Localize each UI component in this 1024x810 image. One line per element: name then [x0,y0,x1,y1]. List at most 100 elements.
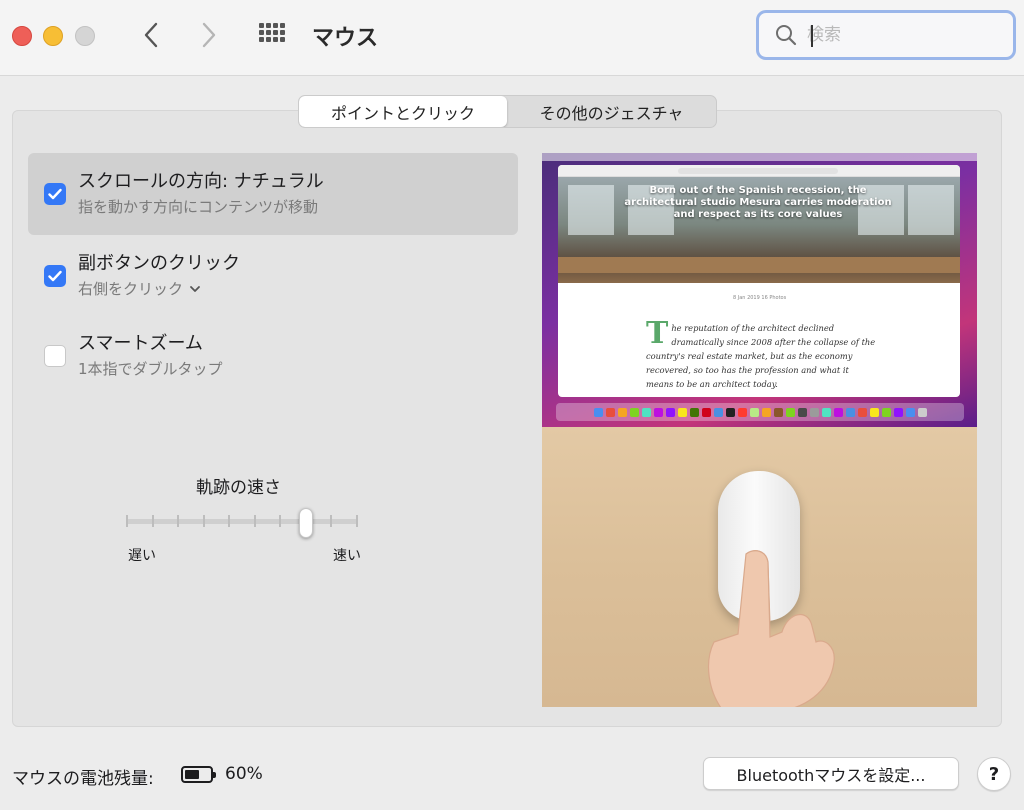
battery-icon [181,766,216,783]
dock-app-icon [701,407,711,417]
chevron-down-icon [190,285,200,292]
text-caret [811,25,813,47]
preview-meta: 8 Jan 2019 16 Photos [733,295,787,301]
dock-app-icon [713,407,723,417]
hand-image [707,550,835,707]
smart-zoom-checkbox[interactable] [44,345,66,367]
search-field[interactable] [756,10,1016,60]
tracking-speed-label: 軌跡の速さ [196,478,281,498]
dock-app-icon [653,407,663,417]
slider-tick [253,515,256,527]
option-subtitle-text: 右側をクリック [78,280,184,298]
toolbar: マウス [0,0,1024,76]
close-window-button[interactable] [12,26,32,46]
dock-app-icon [665,407,675,417]
option-subtitle: 指を動かす方向にコンテンツが移動 [78,196,318,217]
battery-fill [185,770,199,779]
dock-app-icon [869,407,879,417]
chevron-right-icon [202,22,216,48]
dock-app-icon [605,407,615,417]
preview-article-text: he reputation of the architect declined … [646,323,876,389]
dock-app-icon [641,407,651,417]
slider-knob[interactable] [298,508,313,538]
preview-menubar [542,153,977,161]
preview-headline: Born out of the Spanish recession, the a… [624,185,892,220]
slider-tick [356,515,358,527]
window-title: マウス [312,26,379,51]
dock-app-icon [773,407,783,417]
slider-tick [177,515,180,527]
option-secondary-click[interactable]: 副ボタンのクリック 右側をクリック [28,235,518,317]
slider-track [126,519,358,524]
tab-more-gestures[interactable]: その他のジェスチャ [507,96,716,127]
battery-level-label: マウスの電池残量: [12,769,154,789]
dock-app-icon [749,407,759,417]
option-title: 副ボタンのクリック [78,253,240,274]
dock-app-icon [689,407,699,417]
dock-app-icon [917,407,927,417]
battery-level-value: 60% [225,764,263,784]
tab-point-and-click[interactable]: ポイントとクリック [299,96,507,127]
forward-button[interactable] [194,18,224,52]
slider-tick [330,515,333,527]
option-scroll-direction[interactable]: スクロールの方向: ナチュラル 指を動かす方向にコンテンツが移動 [28,153,518,235]
zoom-window-button[interactable] [75,26,95,46]
option-smart-zoom[interactable]: スマートズーム 1本指でダブルタップ [28,315,518,397]
help-button[interactable]: ? [977,757,1011,791]
dock-app-icon [905,407,915,417]
preview-screen: Born out of the Spanish recession, the a… [542,153,977,427]
preview-hero-image: Born out of the Spanish recession, the a… [558,177,960,283]
dock-app-icon [761,407,771,417]
setup-bluetooth-mouse-button[interactable]: Bluetoothマウスを設定... [703,757,959,790]
dock-app-icon [881,407,891,417]
battery-nub [213,772,216,778]
option-title: スクロールの方向: ナチュラル [78,171,324,192]
dock-app-icon [857,407,867,417]
dock-app-icon [593,407,603,417]
minimize-window-button[interactable] [43,26,63,46]
back-button[interactable] [136,18,166,52]
dock-app-icon [677,407,687,417]
preview-url-bar [678,168,838,174]
dock-app-icon [845,407,855,417]
dock-app-icon [725,407,735,417]
checkmark-icon [48,188,62,200]
preview-dropcap: T [646,316,669,351]
option-subtitle-text: 指を動かす方向にコンテンツが移動 [78,198,319,216]
dock-app-icon [893,407,903,417]
dock-app-icon [809,407,819,417]
secondary-click-popup[interactable]: 右側をクリック [78,278,201,299]
dock-app-icon [797,407,807,417]
dock-app-icon [821,407,831,417]
slider-tick [228,515,231,527]
slider-tick [151,515,154,527]
preview-article: The reputation of the architect declined… [646,316,878,391]
search-icon [776,25,797,46]
preview-dock [556,403,964,421]
scroll-direction-checkbox[interactable] [44,183,66,205]
secondary-click-checkbox[interactable] [44,265,66,287]
slider-tick [126,515,128,527]
show-all-button[interactable] [257,22,289,50]
dock-app-icon [785,407,795,417]
dock-app-icon [629,407,639,417]
preview-browser-window: Born out of the Spanish recession, the a… [558,165,960,397]
option-subtitle-text: 1本指でダブルタップ [78,360,223,378]
dock-app-icon [833,407,843,417]
dock-app-icon [737,407,747,417]
tracking-speed-slider[interactable] [126,508,358,538]
option-title: スマートズーム [78,333,203,354]
fast-label: 速い [333,548,361,564]
option-subtitle: 1本指でダブルタップ [78,358,223,379]
chevron-left-icon [144,22,158,48]
search-input[interactable] [807,25,997,45]
checkmark-icon [48,270,62,282]
preview-browser-bar [558,165,960,177]
tab-bar: ポイントとクリック その他のジェスチャ [298,95,717,128]
preview-desk [542,427,977,707]
dock-app-icon [617,407,627,417]
slider-tick [202,515,205,527]
slider-tick [279,515,282,527]
gesture-preview-video: Born out of the Spanish recession, the a… [542,153,977,707]
slow-label: 遅い [128,548,156,564]
